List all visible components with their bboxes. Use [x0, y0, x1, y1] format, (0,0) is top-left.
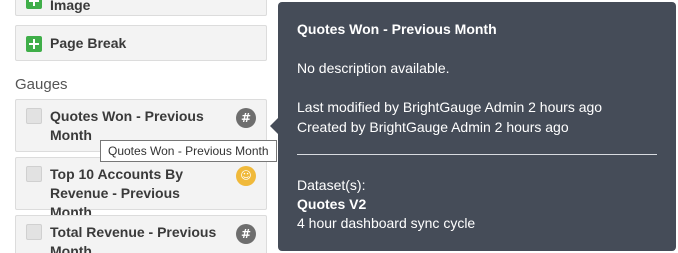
- last-modified-text: Last modified by BrightGauge Admin 2 hou…: [297, 99, 603, 115]
- widget-image[interactable]: Image: [15, 0, 267, 16]
- gauge-info-popover: Quotes Won - Previous Month No descripti…: [278, 2, 676, 251]
- gauges-section-title: Gauges: [15, 76, 68, 93]
- gauge-tooltip: Quotes Won - Previous Month: [100, 140, 277, 162]
- widget-page-break[interactable]: Page Break: [15, 25, 267, 61]
- widget-page-break-label: Page Break: [50, 35, 127, 51]
- gauge-checkbox[interactable]: [26, 108, 42, 124]
- dataset-name: Quotes V2: [297, 196, 367, 212]
- add-icon: [26, 36, 42, 52]
- popover-title: Quotes Won - Previous Month: [297, 21, 497, 37]
- gauge-item-total-revenue[interactable]: Total Revenue - Previous Month #: [15, 215, 267, 253]
- gauge-label: Top 10 Accounts By Revenue - Previous Mo…: [50, 166, 184, 220]
- add-icon: [26, 0, 42, 9]
- widget-panel: Image Page Break Gauges Quotes Won - Pre…: [0, 0, 278, 253]
- popover-arrow: [270, 118, 278, 134]
- popover-description: No description available.: [297, 60, 450, 76]
- number-gauge-icon: #: [236, 108, 256, 128]
- gauge-item-top-10-accounts[interactable]: Top 10 Accounts By Revenue - Previous Mo…: [15, 157, 267, 220]
- created-text: Created by BrightGauge Admin 2 hours ago: [297, 119, 569, 135]
- popover-meta: Last modified by BrightGauge Admin 2 hou…: [297, 97, 602, 137]
- smiley-gauge-icon: ☺: [236, 166, 256, 186]
- gauge-checkbox[interactable]: [26, 166, 42, 182]
- dataset-info: Dataset(s): Quotes V2 4 hour dashboard s…: [297, 176, 475, 233]
- sync-cycle-text: 4 hour dashboard sync cycle: [297, 215, 476, 231]
- dataset-label: Dataset(s):: [297, 177, 366, 193]
- gauge-label: Total Revenue - Previous Month: [50, 224, 217, 253]
- widget-image-label: Image: [50, 0, 91, 13]
- popover-divider: [297, 154, 657, 155]
- number-gauge-icon: #: [236, 224, 256, 244]
- gauge-checkbox[interactable]: [26, 224, 42, 240]
